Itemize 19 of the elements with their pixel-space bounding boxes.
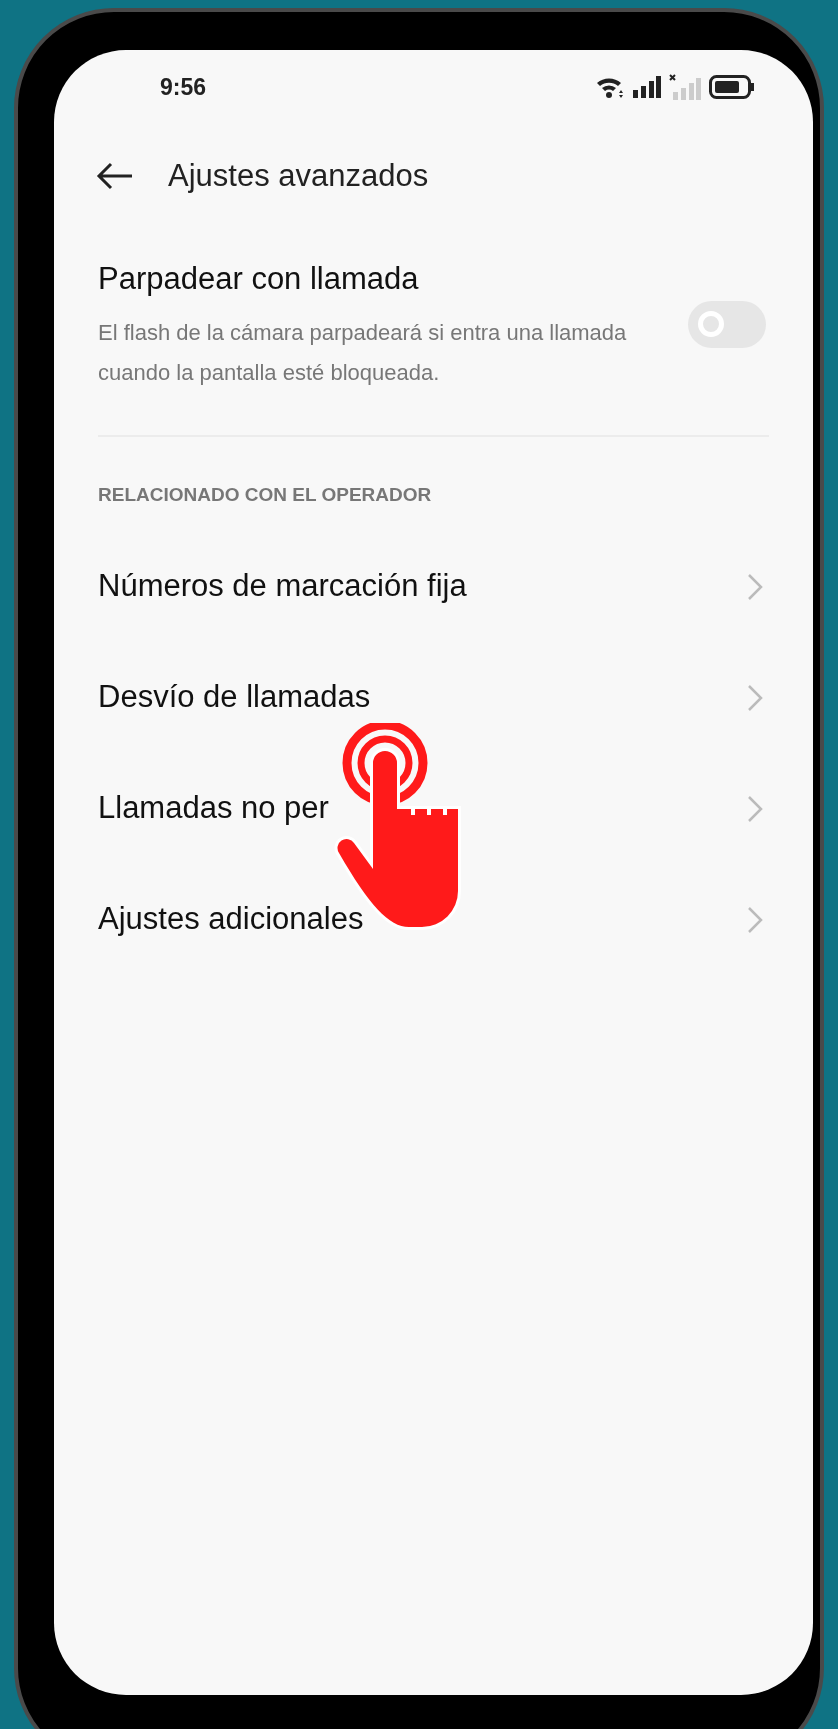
chevron-icon bbox=[747, 905, 763, 934]
menu-item[interactable]: Desvío de llamadas bbox=[98, 674, 371, 721]
chevron-icon bbox=[747, 683, 763, 712]
chevron-icon bbox=[747, 794, 763, 823]
wifi-icon bbox=[595, 75, 625, 99]
status-time: 9:56 bbox=[160, 72, 207, 102]
toggle-switch[interactable] bbox=[688, 300, 766, 348]
page-title: Ajustes avanzados bbox=[168, 156, 429, 195]
signal-icon bbox=[633, 76, 661, 98]
menu-item[interactable]: Ajustes adicionales bbox=[98, 896, 364, 943]
battery-icon bbox=[709, 75, 755, 99]
setting-description: El flash de la cámara parpadeará si entra una llamada cuando la pantalla esté bloqueada. bbox=[98, 318, 628, 387]
no-signal-icon bbox=[669, 74, 701, 100]
chevron-icon bbox=[747, 572, 763, 601]
section-header: RELACIONADO CON EL OPERADOR bbox=[97, 482, 433, 507]
setting-title: Parpadear con llamada bbox=[98, 260, 420, 298]
menu-item[interactable]: Números de marcación fija bbox=[98, 563, 467, 610]
menu-item[interactable]: Llamadas no per bbox=[98, 785, 329, 832]
back-arrow-icon[interactable] bbox=[96, 162, 134, 190]
